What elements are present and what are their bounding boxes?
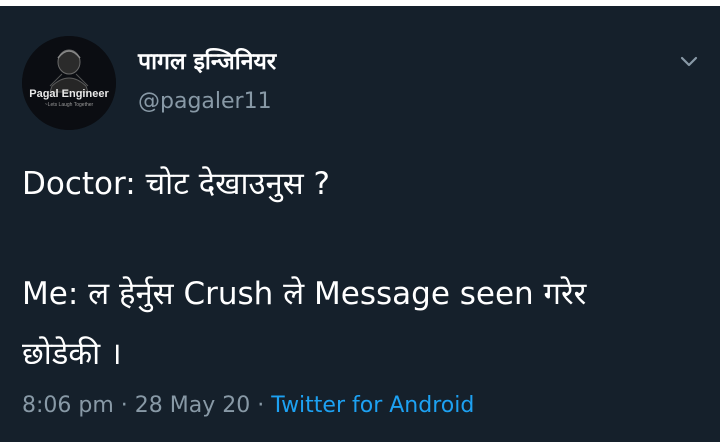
- tweet-meta: 8:06 pm · 28 May 20 · Twitter for Androi…: [22, 393, 474, 418]
- tweet-text-line: Me: ल हेर्नुस Crush ले Message seen गरेर: [22, 276, 587, 312]
- tweet-text-line: छोडेकी ।: [22, 336, 122, 372]
- avatar[interactable]: Pagal Engineer ~Lets Laugh Together: [22, 36, 116, 130]
- avatar-figure-icon: [22, 36, 116, 130]
- avatar-name-text: Pagal Engineer: [29, 88, 109, 100]
- chevron-down-icon[interactable]: [678, 50, 700, 72]
- author-handle[interactable]: @pagaler11: [138, 89, 272, 114]
- tweet-card: Pagal Engineer ~Lets Laugh Together पागल…: [0, 6, 720, 442]
- tweet-time[interactable]: 8:06 pm: [22, 393, 114, 418]
- tweet-source-link[interactable]: Twitter for Android: [271, 393, 474, 418]
- avatar-tagline-text: ~Lets Laugh Together: [44, 102, 94, 108]
- meta-separator: ·: [257, 393, 265, 418]
- author-display-name[interactable]: पागल इन्जिनियर: [138, 44, 276, 76]
- tweet-text-line: Doctor: चोट देखाउनुस ?: [22, 166, 330, 202]
- meta-separator: ·: [120, 393, 128, 418]
- tweet-date[interactable]: 28 May 20: [135, 393, 250, 418]
